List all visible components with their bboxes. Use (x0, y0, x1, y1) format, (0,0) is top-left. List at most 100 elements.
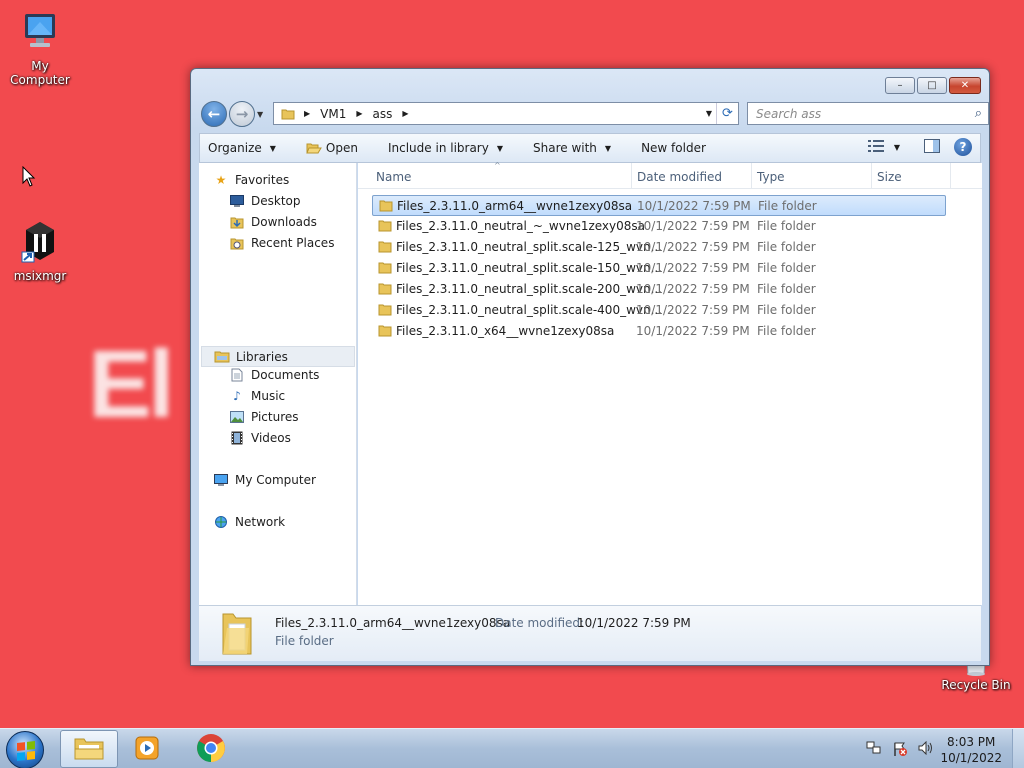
nav-libraries[interactable]: Libraries (201, 346, 355, 367)
include-in-library-button[interactable]: Include in library ▼ (388, 141, 503, 155)
folder-icon (378, 241, 392, 256)
column-divider[interactable] (751, 163, 752, 189)
preview-pane-button[interactable] (924, 138, 940, 156)
breadcrumb-separator-icon[interactable]: ▶ (402, 109, 408, 118)
file-date: 10/1/2022 7:59 PM (636, 324, 750, 338)
folder-icon (378, 304, 392, 319)
file-type: File folder (757, 282, 816, 296)
file-date: 10/1/2022 7:59 PM (636, 240, 750, 254)
open-button[interactable]: Open (306, 141, 358, 155)
clock[interactable]: 8:03 PM 10/1/2022 (940, 734, 1002, 766)
breadcrumb-vm1[interactable]: VM1 (320, 107, 346, 121)
start-button[interactable] (6, 731, 44, 768)
change-view-button[interactable]: ▼ (867, 139, 900, 155)
nav-downloads-label: Downloads (251, 215, 317, 229)
taskbar-explorer-button[interactable] (60, 730, 118, 768)
nav-favorites[interactable]: ★ Favorites (213, 173, 290, 187)
column-divider[interactable] (631, 163, 632, 189)
explorer-window: – □ ✕ ← → ▼ ▶ VM1 ▶ ass ▶ ▼ ⟳ Search ass… (190, 68, 990, 666)
desktop-icon-msixmgr[interactable]: msixmgr (0, 216, 80, 283)
file-date: 10/1/2022 7:59 PM (636, 219, 750, 233)
column-divider[interactable] (950, 163, 951, 189)
taskbar-media-player-button[interactable] (118, 730, 176, 768)
nav-downloads[interactable]: Downloads (229, 215, 317, 229)
details-date-label: Date modified: (495, 616, 585, 630)
nav-network[interactable]: Network (213, 515, 285, 529)
table-row[interactable]: Files_2.3.11.0_arm64__wvne1zexy08sa 10/1… (372, 195, 946, 216)
desktop-icon-label: My Computer (10, 59, 70, 87)
action-center-flag-icon[interactable] (892, 741, 908, 761)
file-date: 10/1/2022 7:59 PM (636, 261, 750, 275)
share-with-label: Share with (533, 141, 597, 155)
breadcrumb-separator-icon[interactable]: ▶ (304, 109, 310, 118)
file-date: 10/1/2022 7:59 PM (636, 303, 750, 317)
recent-places-icon (229, 236, 245, 250)
msixmgr-app-icon (0, 216, 80, 267)
address-bar[interactable]: ▶ VM1 ▶ ass ▶ ▼ ⟳ (273, 102, 739, 125)
show-desktop-button[interactable] (1012, 729, 1024, 768)
table-row[interactable]: Files_2.3.11.0_neutral_split.scale-125_w… (372, 237, 946, 258)
details-file-type: File folder (275, 634, 334, 648)
folder-icon (378, 220, 392, 235)
file-name: Files_2.3.11.0_neutral_split.scale-400_w… (396, 303, 663, 317)
navigation-pane: ★ Favorites Desktop Downloads Recent Pla… (199, 163, 357, 605)
close-button[interactable]: ✕ (949, 77, 981, 94)
address-history-dropdown[interactable]: ▼ (706, 109, 712, 118)
large-folder-icon (219, 610, 255, 659)
column-header-type[interactable]: Type (757, 170, 785, 184)
nav-music[interactable]: ♪ Music (229, 389, 285, 403)
system-tray: 8:03 PM 10/1/2022 (854, 729, 1024, 768)
table-row[interactable]: Files_2.3.11.0_neutral_split.scale-150_w… (372, 258, 946, 279)
clock-date: 10/1/2022 (940, 751, 1002, 765)
mouse-cursor-icon (22, 165, 36, 191)
share-with-button[interactable]: Share with ▼ (533, 141, 611, 155)
volume-icon[interactable] (918, 740, 934, 761)
chrome-icon (196, 733, 226, 766)
desktop-icon-my-computer[interactable]: My Computer (0, 10, 80, 87)
back-button[interactable]: ← (201, 101, 227, 127)
table-row[interactable]: Files_2.3.11.0_neutral_split.scale-400_w… (372, 300, 946, 321)
file-list-pane: ^ Name Date modified Type Size Files_2.3… (358, 161, 982, 605)
column-header-size[interactable]: Size (877, 170, 902, 184)
nav-favorites-label: Favorites (235, 173, 290, 187)
chevron-down-icon: ▼ (269, 143, 276, 153)
nav-videos[interactable]: Videos (229, 431, 291, 445)
videos-icon (229, 431, 245, 445)
search-input[interactable]: Search ass ⌕ (747, 102, 989, 125)
file-name: Files_2.3.11.0_neutral_split.scale-200_w… (396, 282, 663, 296)
help-button[interactable]: ? (954, 138, 972, 156)
column-divider[interactable] (871, 163, 872, 189)
table-row[interactable]: Files_2.3.11.0_x64__wvne1zexy08sa 10/1/2… (372, 321, 946, 342)
recent-pages-dropdown[interactable]: ▼ (257, 110, 263, 119)
table-row[interactable]: Files_2.3.11.0_neutral_~_wvne1zexy08sa 1… (372, 216, 946, 237)
maximize-button[interactable]: □ (917, 77, 947, 94)
new-folder-button[interactable]: New folder (641, 141, 706, 155)
column-header-name[interactable]: Name (376, 170, 411, 184)
organize-button[interactable]: Organize ▼ (208, 141, 276, 155)
table-row[interactable]: Files_2.3.11.0_neutral_split.scale-200_w… (372, 279, 946, 300)
nav-recent-places[interactable]: Recent Places (229, 236, 334, 250)
chevron-down-icon: ▼ (604, 143, 612, 153)
breadcrumb-separator-icon[interactable]: ▶ (356, 109, 362, 118)
column-header-date-modified[interactable]: Date modified (637, 170, 722, 184)
file-name: Files_2.3.11.0_x64__wvne1zexy08sa (396, 324, 615, 338)
nav-recent-places-label: Recent Places (251, 236, 335, 250)
nav-pictures[interactable]: Pictures (229, 410, 299, 424)
nav-documents[interactable]: Documents (229, 368, 319, 382)
wallpaper-logo: El (88, 331, 175, 438)
network-status-icon[interactable] (866, 741, 882, 761)
open-folder-icon (306, 141, 322, 155)
file-name: Files_2.3.11.0_arm64__wvne1zexy08sa (397, 199, 633, 213)
minimize-button[interactable]: – (885, 77, 915, 94)
taskbar-chrome-button[interactable] (182, 730, 240, 768)
nav-my-computer[interactable]: My Computer (213, 473, 316, 487)
back-arrow-icon: ← (207, 105, 221, 123)
file-type: File folder (757, 261, 816, 275)
folder-icon (280, 107, 296, 121)
nav-my-computer-label: My Computer (235, 473, 316, 487)
nav-desktop[interactable]: Desktop (229, 194, 301, 208)
refresh-button[interactable]: ⟳ (716, 103, 738, 124)
explorer-icon (73, 735, 105, 764)
breadcrumb-ass[interactable]: ass (373, 107, 393, 121)
forward-button[interactable]: → (229, 101, 255, 127)
